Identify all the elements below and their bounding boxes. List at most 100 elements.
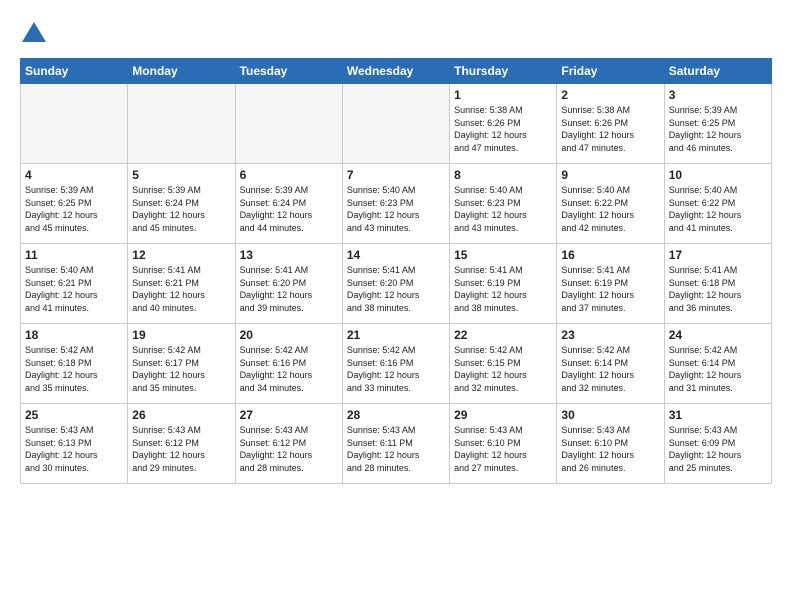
day-number: 3: [669, 88, 767, 102]
calendar-cell: 28 Sunrise: 5:43 AM Sunset: 6:11 PM Dayli…: [342, 404, 449, 484]
calendar-cell: 5Sunrise: 5:39 AM Sunset: 6:24 PM Daylig…: [128, 164, 235, 244]
day-header-friday: Friday: [557, 59, 664, 84]
day-number: 12: [132, 248, 230, 262]
calendar-cell: 25 Sunrise: 5:43 AM Sunset: 6:13 PM Dayli…: [21, 404, 128, 484]
calendar-cell: 2 Sunrise: 5:38 AM Sunset: 6:26 PM Daylig…: [557, 84, 664, 164]
day-header-wednesday: Wednesday: [342, 59, 449, 84]
day-number: 5: [132, 168, 230, 182]
logo-icon: [20, 20, 48, 48]
cell-info: Sunrise: 5:42 AM Sunset: 6:17 PM Dayligh…: [132, 344, 230, 394]
calendar-cell: 6 Sunrise: 5:39 AM Sunset: 6:24 PM Daylig…: [235, 164, 342, 244]
calendar-cell: 17Sunrise: 5:41 AM Sunset: 6:18 PM Dayli…: [664, 244, 771, 324]
day-number: 25: [25, 408, 123, 422]
calendar-cell: 29 Sunrise: 5:43 AM Sunset: 6:10 PM Dayli…: [450, 404, 557, 484]
day-number: 4: [25, 168, 123, 182]
cell-info: Sunrise: 5:41 AM Sunset: 6:20 PM Dayligh…: [347, 264, 445, 314]
day-header-tuesday: Tuesday: [235, 59, 342, 84]
calendar-cell: 3 Sunrise: 5:39 AM Sunset: 6:25 PM Daylig…: [664, 84, 771, 164]
day-header-monday: Monday: [128, 59, 235, 84]
cell-info: Sunrise: 5:42 AM Sunset: 6:16 PM Dayligh…: [240, 344, 338, 394]
day-number: 9: [561, 168, 659, 182]
cell-info: Sunrise: 5:41 AM Sunset: 6:21 PM Dayligh…: [132, 264, 230, 314]
calendar-cell: 19 Sunrise: 5:42 AM Sunset: 6:17 PM Dayli…: [128, 324, 235, 404]
day-number: 14: [347, 248, 445, 262]
cell-info: Sunrise: 5:40 AM Sunset: 6:22 PM Dayligh…: [561, 184, 659, 234]
calendar-cell: 1Sunrise: 5:38 AM Sunset: 6:26 PM Daylig…: [450, 84, 557, 164]
day-number: 31: [669, 408, 767, 422]
cell-info: Sunrise: 5:42 AM Sunset: 6:14 PM Dayligh…: [561, 344, 659, 394]
day-number: 2: [561, 88, 659, 102]
day-number: 16: [561, 248, 659, 262]
calendar-cell: 16 Sunrise: 5:41 AM Sunset: 6:19 PM Dayli…: [557, 244, 664, 324]
week-row-5: 25 Sunrise: 5:43 AM Sunset: 6:13 PM Dayli…: [21, 404, 772, 484]
cell-info: Sunrise: 5:40 AM Sunset: 6:21 PM Dayligh…: [25, 264, 123, 314]
cell-info: Sunrise: 5:42 AM Sunset: 6:16 PM Dayligh…: [347, 344, 445, 394]
calendar-cell: [128, 84, 235, 164]
day-number: 18: [25, 328, 123, 342]
day-number: 22: [454, 328, 552, 342]
calendar-cell: 13 Sunrise: 5:41 AM Sunset: 6:20 PM Dayli…: [235, 244, 342, 324]
calendar-cell: 31 Sunrise: 5:43 AM Sunset: 6:09 PM Dayli…: [664, 404, 771, 484]
calendar-cell: 20 Sunrise: 5:42 AM Sunset: 6:16 PM Dayli…: [235, 324, 342, 404]
day-number: 7: [347, 168, 445, 182]
week-row-1: 1Sunrise: 5:38 AM Sunset: 6:26 PM Daylig…: [21, 84, 772, 164]
cell-info: Sunrise: 5:40 AM Sunset: 6:22 PM Dayligh…: [669, 184, 767, 234]
calendar-cell: 26 Sunrise: 5:43 AM Sunset: 6:12 PM Dayli…: [128, 404, 235, 484]
day-number: 8: [454, 168, 552, 182]
day-number: 21: [347, 328, 445, 342]
day-number: 13: [240, 248, 338, 262]
cell-info: Sunrise: 5:43 AM Sunset: 6:12 PM Dayligh…: [240, 424, 338, 474]
cell-info: Sunrise: 5:39 AM Sunset: 6:25 PM Dayligh…: [669, 104, 767, 154]
day-number: 23: [561, 328, 659, 342]
day-header-thursday: Thursday: [450, 59, 557, 84]
calendar-cell: [235, 84, 342, 164]
week-row-3: 11Sunrise: 5:40 AM Sunset: 6:21 PM Dayli…: [21, 244, 772, 324]
cell-info: Sunrise: 5:42 AM Sunset: 6:14 PM Dayligh…: [669, 344, 767, 394]
day-number: 15: [454, 248, 552, 262]
cell-info: Sunrise: 5:38 AM Sunset: 6:26 PM Dayligh…: [454, 104, 552, 154]
cell-info: Sunrise: 5:38 AM Sunset: 6:26 PM Dayligh…: [561, 104, 659, 154]
calendar-cell: 8Sunrise: 5:40 AM Sunset: 6:23 PM Daylig…: [450, 164, 557, 244]
day-header-sunday: Sunday: [21, 59, 128, 84]
calendar-cell: 12 Sunrise: 5:41 AM Sunset: 6:21 PM Dayli…: [128, 244, 235, 324]
day-number: 10: [669, 168, 767, 182]
cell-info: Sunrise: 5:43 AM Sunset: 6:10 PM Dayligh…: [454, 424, 552, 474]
cell-info: Sunrise: 5:41 AM Sunset: 6:20 PM Dayligh…: [240, 264, 338, 314]
logo: [20, 20, 52, 48]
calendar-cell: 21 Sunrise: 5:42 AM Sunset: 6:16 PM Dayli…: [342, 324, 449, 404]
calendar-cell: 14 Sunrise: 5:41 AM Sunset: 6:20 PM Dayli…: [342, 244, 449, 324]
cell-info: Sunrise: 5:41 AM Sunset: 6:19 PM Dayligh…: [454, 264, 552, 314]
calendar-cell: 30 Sunrise: 5:43 AM Sunset: 6:10 PM Dayli…: [557, 404, 664, 484]
cell-info: Sunrise: 5:39 AM Sunset: 6:25 PM Dayligh…: [25, 184, 123, 234]
day-number: 19: [132, 328, 230, 342]
cell-info: Sunrise: 5:41 AM Sunset: 6:18 PM Dayligh…: [669, 264, 767, 314]
week-row-4: 18Sunrise: 5:42 AM Sunset: 6:18 PM Dayli…: [21, 324, 772, 404]
day-number: 6: [240, 168, 338, 182]
day-number: 29: [454, 408, 552, 422]
calendar-cell: 7Sunrise: 5:40 AM Sunset: 6:23 PM Daylig…: [342, 164, 449, 244]
cell-info: Sunrise: 5:43 AM Sunset: 6:12 PM Dayligh…: [132, 424, 230, 474]
day-number: 26: [132, 408, 230, 422]
day-number: 20: [240, 328, 338, 342]
day-number: 28: [347, 408, 445, 422]
cell-info: Sunrise: 5:41 AM Sunset: 6:19 PM Dayligh…: [561, 264, 659, 314]
header-row: SundayMondayTuesdayWednesdayThursdayFrid…: [21, 59, 772, 84]
day-number: 24: [669, 328, 767, 342]
week-row-2: 4 Sunrise: 5:39 AM Sunset: 6:25 PM Daylig…: [21, 164, 772, 244]
calendar-cell: 27 Sunrise: 5:43 AM Sunset: 6:12 PM Dayli…: [235, 404, 342, 484]
calendar-cell: 4 Sunrise: 5:39 AM Sunset: 6:25 PM Daylig…: [21, 164, 128, 244]
calendar-cell: 22 Sunrise: 5:42 AM Sunset: 6:15 PM Dayli…: [450, 324, 557, 404]
cell-info: Sunrise: 5:43 AM Sunset: 6:11 PM Dayligh…: [347, 424, 445, 474]
calendar-cell: [342, 84, 449, 164]
cell-info: Sunrise: 5:43 AM Sunset: 6:09 PM Dayligh…: [669, 424, 767, 474]
cell-info: Sunrise: 5:39 AM Sunset: 6:24 PM Dayligh…: [240, 184, 338, 234]
day-number: 30: [561, 408, 659, 422]
calendar-cell: 18Sunrise: 5:42 AM Sunset: 6:18 PM Dayli…: [21, 324, 128, 404]
cell-info: Sunrise: 5:43 AM Sunset: 6:10 PM Dayligh…: [561, 424, 659, 474]
cell-info: Sunrise: 5:43 AM Sunset: 6:13 PM Dayligh…: [25, 424, 123, 474]
calendar-cell: 24 Sunrise: 5:42 AM Sunset: 6:14 PM Dayli…: [664, 324, 771, 404]
day-number: 27: [240, 408, 338, 422]
cell-info: Sunrise: 5:42 AM Sunset: 6:15 PM Dayligh…: [454, 344, 552, 394]
calendar-cell: 10 Sunrise: 5:40 AM Sunset: 6:22 PM Dayli…: [664, 164, 771, 244]
calendar-cell: 15 Sunrise: 5:41 AM Sunset: 6:19 PM Dayli…: [450, 244, 557, 324]
